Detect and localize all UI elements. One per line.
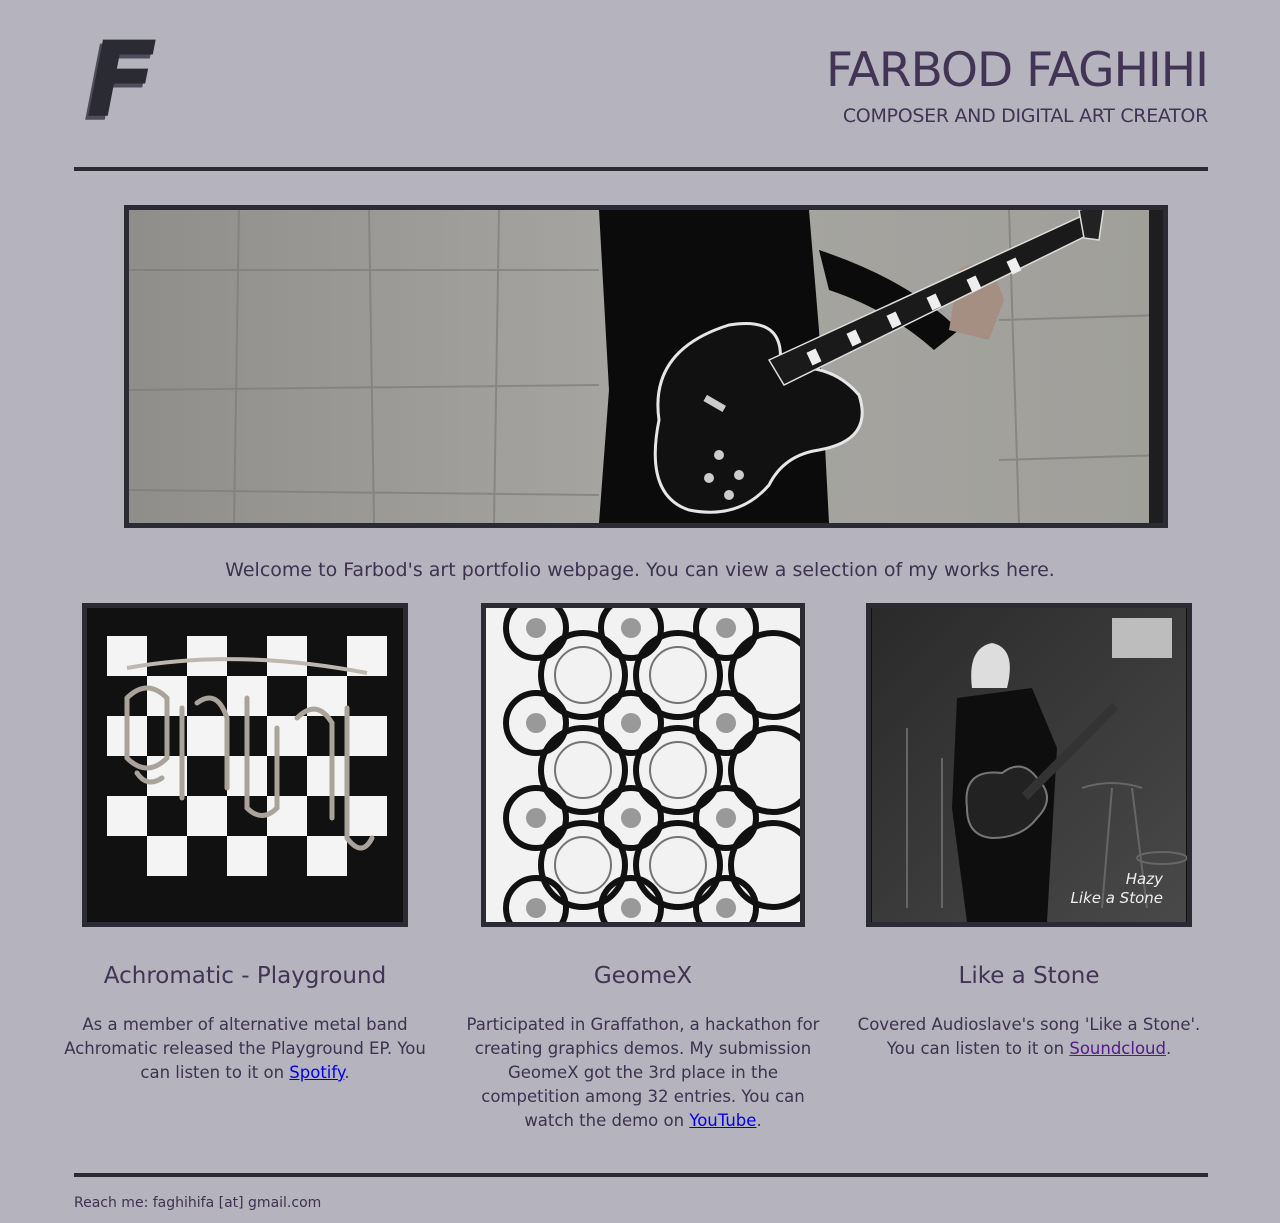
thumbnail-caption: Hazy Like a Stone bbox=[1071, 870, 1163, 908]
work-card-achromatic: Achromatic - Playground As a member of a… bbox=[52, 603, 438, 1085]
caption-line: Like a Stone bbox=[1070, 889, 1163, 907]
guitarist-photo bbox=[129, 210, 1163, 523]
contact-footer: Reach me: faghihifa [at] gmail.com bbox=[74, 1195, 322, 1211]
work-title: Achromatic - Playground bbox=[103, 963, 387, 989]
header-divider bbox=[74, 167, 1208, 171]
work-thumbnail[interactable] bbox=[82, 603, 408, 927]
work-description-text: Participated in Graffathon, a hackathon … bbox=[466, 1015, 820, 1130]
site-title: FARBOD FAGHIHI bbox=[826, 43, 1209, 98]
work-thumbnail[interactable] bbox=[481, 603, 805, 927]
site-subtitle: COMPOSER AND DIGITAL ART CREATOR bbox=[842, 105, 1208, 127]
work-description-end: . bbox=[756, 1111, 762, 1130]
soundcloud-link[interactable]: Soundcloud bbox=[1069, 1039, 1166, 1058]
youtube-link[interactable]: YouTube bbox=[689, 1111, 756, 1130]
work-card-geomex: GeomeX Participated in Graffathon, a hac… bbox=[450, 603, 836, 1133]
geometric-pattern-art bbox=[486, 608, 800, 922]
work-title: GeomeX bbox=[593, 963, 693, 989]
logo[interactable]: F bbox=[86, 28, 186, 132]
work-description-text: As a member of alternative metal band Ac… bbox=[64, 1015, 426, 1082]
work-title: Like a Stone bbox=[958, 963, 1100, 989]
footer-divider bbox=[74, 1173, 1208, 1177]
work-description-end: . bbox=[1165, 1039, 1172, 1058]
work-description: Participated in Graffathon, a hackathon … bbox=[450, 1013, 836, 1133]
work-thumbnail[interactable]: Hazy Like a Stone bbox=[866, 603, 1192, 927]
work-description: Covered Audioslave's song 'Like a Stone'… bbox=[836, 1013, 1222, 1061]
spotify-link[interactable]: Spotify bbox=[289, 1063, 344, 1082]
work-description-end: . bbox=[344, 1063, 350, 1082]
caption-line: Hazy bbox=[1125, 870, 1163, 888]
hero-image bbox=[124, 205, 1168, 528]
welcome-text: Welcome to Farbod's art portfolio webpag… bbox=[225, 559, 1055, 581]
work-card-like-a-stone: Hazy Like a Stone Like a Stone Covered A… bbox=[836, 603, 1222, 1061]
site-header: FARBOD FAGHIHI COMPOSER AND DIGITAL ART … bbox=[826, 42, 1209, 130]
checkerboard-album-art bbox=[87, 608, 403, 922]
work-description: As a member of alternative metal band Ac… bbox=[52, 1013, 438, 1085]
